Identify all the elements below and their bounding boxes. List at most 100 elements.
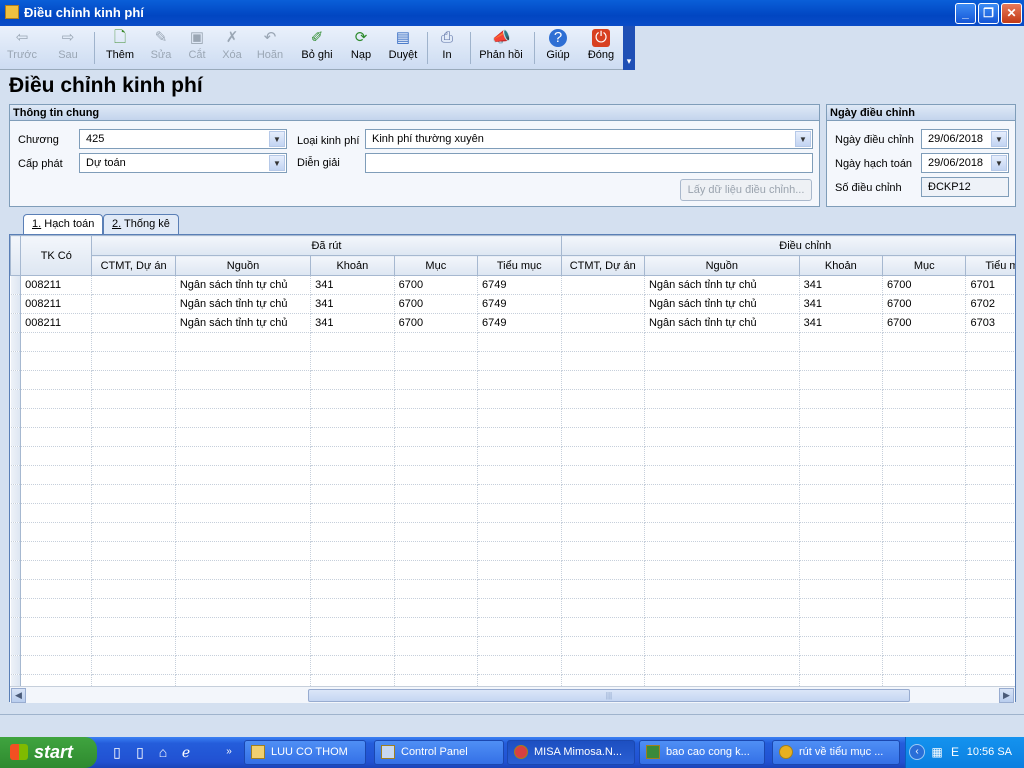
restore-button[interactable]: ❐ xyxy=(978,3,999,24)
unpost-button[interactable]: ✐ Bỏ ghi xyxy=(299,29,335,67)
table-cell[interactable] xyxy=(477,655,562,675)
table-cell[interactable] xyxy=(477,465,562,485)
table-cell[interactable] xyxy=(394,617,479,637)
task-chrome[interactable]: rút về tiểu mục ... xyxy=(772,740,900,765)
table-cell[interactable] xyxy=(477,427,562,447)
task-excel-report[interactable]: bao cao cong k... xyxy=(639,740,765,765)
table-cell[interactable] xyxy=(965,484,1015,504)
start-button[interactable]: start xyxy=(0,737,97,768)
table-cell[interactable]: 341 xyxy=(310,294,395,314)
table-cell[interactable] xyxy=(394,484,479,504)
table-cell[interactable] xyxy=(644,617,800,637)
table-cell[interactable] xyxy=(965,351,1015,371)
table-cell[interactable] xyxy=(965,522,1015,542)
table-cell[interactable] xyxy=(91,389,176,409)
empty-row[interactable] xyxy=(10,370,1015,390)
table-cell[interactable] xyxy=(477,503,562,523)
table-cell[interactable] xyxy=(882,332,967,352)
table-cell[interactable] xyxy=(644,389,800,409)
table-cell[interactable] xyxy=(20,541,93,561)
table-cell[interactable] xyxy=(91,408,176,428)
table-cell[interactable] xyxy=(175,598,312,618)
table-cell[interactable] xyxy=(799,598,884,618)
table-cell[interactable] xyxy=(965,598,1015,618)
table-cell[interactable] xyxy=(644,370,800,390)
empty-row[interactable] xyxy=(10,541,1015,561)
table-cell[interactable] xyxy=(175,389,312,409)
table-cell[interactable] xyxy=(561,541,645,561)
internet-explorer-icon[interactable]: ℯ xyxy=(178,744,194,760)
row-indicator[interactable] xyxy=(10,351,22,371)
table-cell[interactable] xyxy=(394,446,479,466)
table-cell[interactable] xyxy=(561,294,645,314)
row-indicator[interactable] xyxy=(10,332,22,352)
dien-giai-input[interactable] xyxy=(365,153,813,173)
table-cell[interactable] xyxy=(20,655,93,675)
table-cell[interactable] xyxy=(644,408,800,428)
table-cell[interactable] xyxy=(477,446,562,466)
empty-row[interactable] xyxy=(10,560,1015,580)
table-cell[interactable] xyxy=(175,560,312,580)
table-cell[interactable] xyxy=(91,541,176,561)
table-cell[interactable] xyxy=(477,370,562,390)
table-cell[interactable] xyxy=(310,579,395,599)
table-cell[interactable] xyxy=(394,351,479,371)
task-luu-co-thom[interactable]: LUU CO THOM xyxy=(244,740,366,765)
cap-phat-select[interactable]: Dự toán ▼ xyxy=(79,153,287,173)
notepad-icon[interactable]: ▯ xyxy=(132,744,148,760)
empty-row[interactable] xyxy=(10,598,1015,618)
fetch-adjustment-data-button[interactable]: Lấy dữ liệu điều chỉnh... xyxy=(680,179,812,201)
col-header[interactable]: Nguồn xyxy=(643,255,800,276)
table-cell[interactable] xyxy=(477,579,562,599)
table-cell[interactable] xyxy=(394,560,479,580)
table-cell[interactable] xyxy=(175,579,312,599)
table-cell[interactable] xyxy=(644,541,800,561)
table-cell[interactable] xyxy=(91,465,176,485)
table-cell[interactable] xyxy=(175,332,312,352)
table-cell[interactable] xyxy=(394,636,479,656)
table-cell[interactable]: 008211 xyxy=(20,275,93,295)
table-row[interactable]: 008211 Ngân sách tỉnh tự chủ 341 6700 6749 Ng… xyxy=(10,275,1015,295)
print-button[interactable]: ⎙ In xyxy=(433,29,461,67)
table-cell[interactable] xyxy=(799,351,884,371)
table-cell[interactable] xyxy=(644,522,800,542)
chuong-select[interactable]: 425 ▼ xyxy=(79,129,287,149)
table-cell[interactable] xyxy=(561,446,645,466)
table-cell[interactable] xyxy=(20,598,93,618)
scroll-right-icon[interactable]: ▶ xyxy=(999,688,1014,703)
ngay-dieu-chinh-field[interactable]: 29/06/2018 ▼ xyxy=(921,129,1009,149)
table-cell[interactable]: 341 xyxy=(310,313,395,333)
table-cell[interactable] xyxy=(310,465,395,485)
row-indicator[interactable] xyxy=(10,484,22,504)
table-cell[interactable] xyxy=(310,541,395,561)
table-cell[interactable] xyxy=(561,313,645,333)
table-cell[interactable] xyxy=(175,446,312,466)
table-cell[interactable] xyxy=(394,598,479,618)
table-cell[interactable] xyxy=(91,617,176,637)
table-cell[interactable] xyxy=(799,541,884,561)
table-cell[interactable] xyxy=(882,370,967,390)
table-cell[interactable] xyxy=(394,370,479,390)
table-cell[interactable] xyxy=(799,465,884,485)
table-cell[interactable] xyxy=(394,541,479,561)
table-cell[interactable]: 6700 xyxy=(394,275,479,295)
col-header[interactable]: Khoản xyxy=(310,255,395,276)
table-cell[interactable]: 008211 xyxy=(20,313,93,333)
table-cell[interactable] xyxy=(20,446,93,466)
table-cell[interactable] xyxy=(20,560,93,580)
table-cell[interactable] xyxy=(799,503,884,523)
table-cell[interactable] xyxy=(882,484,967,504)
table-cell[interactable] xyxy=(91,446,176,466)
table-cell[interactable] xyxy=(20,636,93,656)
col-header-tk-co[interactable]: TK Có xyxy=(20,235,93,276)
table-cell[interactable] xyxy=(965,370,1015,390)
table-cell[interactable] xyxy=(644,446,800,466)
table-cell[interactable] xyxy=(561,275,645,295)
table-cell[interactable] xyxy=(561,617,645,637)
row-indicator[interactable] xyxy=(10,503,22,523)
table-cell[interactable] xyxy=(561,484,645,504)
table-cell[interactable] xyxy=(561,332,645,352)
table-cell[interactable] xyxy=(310,389,395,409)
table-cell[interactable] xyxy=(477,408,562,428)
undo-button[interactable]: ↶ Hoãn xyxy=(254,29,286,67)
